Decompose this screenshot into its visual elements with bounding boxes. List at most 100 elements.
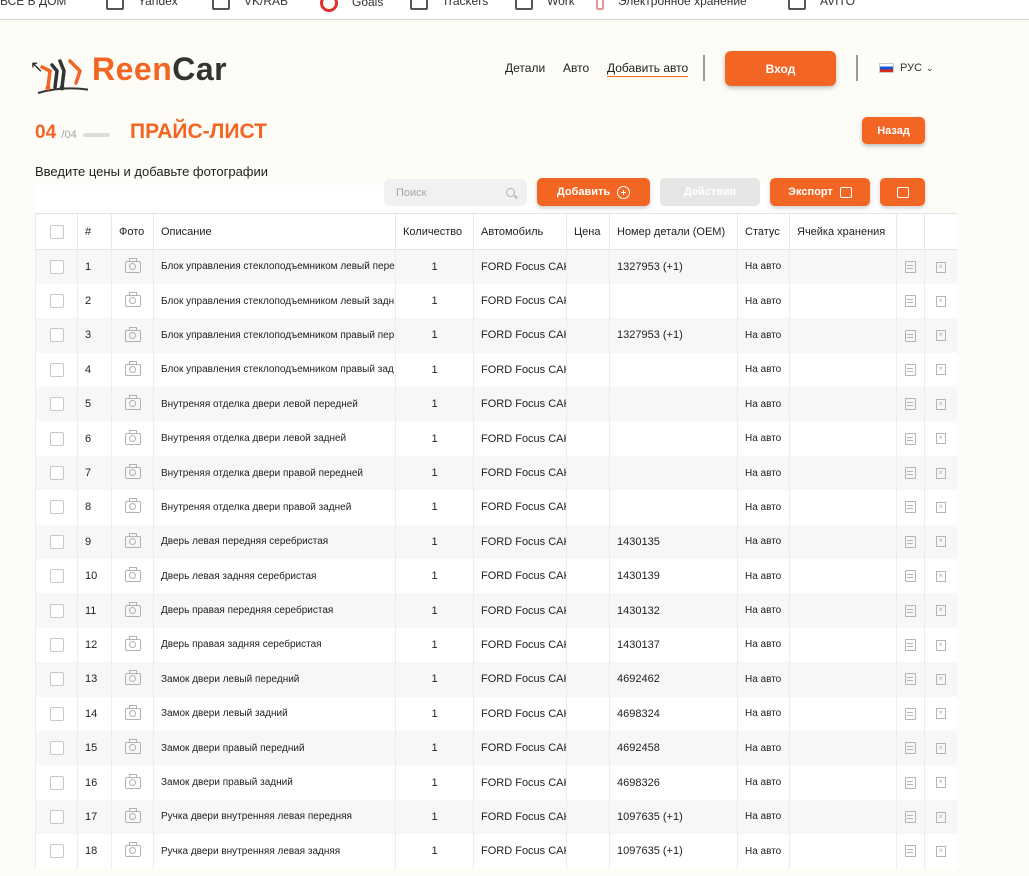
- row-checkbox[interactable]: [49, 259, 64, 274]
- row-quantity[interactable]: 1: [395, 421, 474, 456]
- row-price[interactable]: [566, 387, 610, 422]
- table-row[interactable]: 1 Блок управления стеклоподъемником левый…: [35, 249, 957, 284]
- delete-icon[interactable]: ×: [935, 605, 946, 617]
- row-description[interactable]: Дверь правая задняя серебристая: [153, 627, 396, 663]
- bookmark-item[interactable]: Trackers: [410, 0, 488, 10]
- row-price[interactable]: [566, 249, 610, 284]
- select-all-checkbox[interactable]: [49, 224, 64, 239]
- note-icon[interactable]: [905, 467, 916, 480]
- table-row[interactable]: 7 Внутреняя отделка двери правой передней…: [35, 455, 957, 491]
- note-icon[interactable]: [905, 639, 916, 652]
- note-icon[interactable]: [905, 570, 916, 583]
- camera-icon[interactable]: [124, 257, 141, 273]
- note-icon[interactable]: [905, 604, 916, 617]
- row-description[interactable]: Дверь правая передняя серебристая: [153, 593, 396, 628]
- row-quantity[interactable]: 1: [395, 799, 474, 835]
- row-price[interactable]: [566, 455, 610, 491]
- row-status[interactable]: На авто: [737, 627, 790, 663]
- camera-icon[interactable]: [124, 773, 141, 789]
- table-row[interactable]: 12 Дверь правая задняя серебристая 1 FORD F…: [35, 627, 957, 663]
- delete-icon[interactable]: ×: [935, 570, 946, 582]
- delete-icon[interactable]: ×: [935, 295, 946, 307]
- row-status[interactable]: На авто: [737, 765, 790, 800]
- camera-icon[interactable]: [124, 395, 141, 411]
- row-description[interactable]: Внутреняя отделка двери левой передней: [153, 387, 396, 422]
- row-status[interactable]: На авто: [737, 283, 790, 319]
- row-storage-cell[interactable]: [789, 455, 897, 491]
- bookmark-item[interactable]: Yandex: [106, 0, 178, 10]
- row-quantity[interactable]: 1: [395, 559, 474, 594]
- delete-icon[interactable]: ×: [935, 777, 946, 789]
- note-icon[interactable]: [905, 501, 916, 514]
- row-description[interactable]: Замок двери левый передний: [153, 662, 396, 697]
- table-row[interactable]: 3 Блок управления стеклоподъемником правы…: [35, 318, 957, 353]
- row-price[interactable]: [566, 490, 610, 525]
- note-icon[interactable]: [905, 295, 916, 308]
- row-storage-cell[interactable]: [789, 559, 897, 594]
- row-quantity[interactable]: 1: [395, 387, 474, 422]
- delete-icon[interactable]: ×: [935, 502, 946, 514]
- row-description[interactable]: Блок управления стеклоподъемником левый …: [153, 249, 396, 284]
- row-price[interactable]: [566, 696, 610, 731]
- row-quantity[interactable]: 1: [395, 593, 474, 628]
- row-storage-cell[interactable]: [789, 387, 897, 422]
- row-quantity[interactable]: 1: [395, 352, 474, 388]
- bookmark-item[interactable]: ВСЕ В ДОМ: [0, 0, 66, 8]
- delete-icon[interactable]: ×: [935, 811, 946, 823]
- delete-icon[interactable]: ×: [935, 364, 946, 376]
- row-description[interactable]: Внутреняя отделка двери правой передней: [153, 455, 396, 491]
- row-checkbox[interactable]: [49, 362, 64, 377]
- bookmark-item[interactable]: AVITO: [788, 0, 855, 10]
- row-storage-cell[interactable]: [789, 799, 897, 835]
- table-row[interactable]: 13 Замок двери левый передний 1 FORD Focus …: [35, 662, 957, 697]
- row-quantity[interactable]: 1: [395, 765, 474, 800]
- row-checkbox[interactable]: [49, 466, 64, 481]
- delete-icon[interactable]: ×: [935, 742, 946, 754]
- language-selector[interactable]: РУС ⌄: [879, 62, 934, 74]
- row-checkbox[interactable]: [49, 534, 64, 549]
- note-icon[interactable]: [905, 363, 916, 376]
- row-storage-cell[interactable]: [789, 249, 897, 284]
- table-row[interactable]: 6 Внутреняя отделка двери левой задней 1 FO…: [35, 421, 957, 456]
- table-row[interactable]: 14 Замок двери левый задний 1 FORD Focus CA…: [35, 696, 957, 731]
- back-button[interactable]: Назад: [862, 117, 925, 144]
- row-status[interactable]: На авто: [737, 662, 790, 697]
- row-price[interactable]: [566, 765, 610, 800]
- row-quantity[interactable]: 1: [395, 318, 474, 353]
- bookmark-item[interactable]: Электронное хранение: [596, 0, 747, 10]
- note-icon[interactable]: [905, 742, 916, 755]
- camera-icon[interactable]: [124, 601, 141, 617]
- row-description[interactable]: Ручка двери внутренняя левая передняя: [153, 799, 396, 835]
- row-storage-cell[interactable]: [789, 834, 897, 869]
- logo[interactable]: ReenCar: [36, 41, 227, 97]
- note-icon[interactable]: [905, 432, 916, 445]
- row-quantity[interactable]: 1: [395, 696, 474, 731]
- row-status[interactable]: На авто: [737, 387, 790, 422]
- note-icon[interactable]: [905, 845, 916, 858]
- delete-icon[interactable]: ×: [935, 708, 946, 720]
- camera-icon[interactable]: [124, 464, 141, 480]
- row-description[interactable]: Замок двери левый задний: [153, 696, 396, 731]
- login-button[interactable]: Вход: [725, 51, 836, 86]
- nav-add-car[interactable]: Добавить авто: [607, 61, 689, 77]
- row-checkbox[interactable]: [49, 672, 64, 687]
- row-storage-cell[interactable]: [789, 524, 897, 560]
- camera-icon[interactable]: [124, 636, 141, 652]
- row-storage-cell[interactable]: [789, 490, 897, 525]
- row-checkbox[interactable]: [49, 637, 64, 652]
- row-checkbox[interactable]: [49, 431, 64, 446]
- row-description[interactable]: Внутреняя отделка двери левой задней: [153, 421, 396, 456]
- row-quantity[interactable]: 1: [395, 524, 474, 560]
- row-price[interactable]: [566, 799, 610, 835]
- row-status[interactable]: На авто: [737, 455, 790, 491]
- table-row[interactable]: 15 Замок двери правый передний 1 FORD Focus…: [35, 730, 957, 766]
- camera-icon[interactable]: [124, 567, 141, 583]
- note-icon[interactable]: [905, 535, 916, 548]
- delete-icon[interactable]: ×: [935, 467, 946, 479]
- row-status[interactable]: На авто: [737, 834, 790, 869]
- camera-icon[interactable]: [124, 842, 141, 858]
- nav-parts[interactable]: Детали: [505, 61, 545, 75]
- note-icon[interactable]: [905, 329, 916, 342]
- row-price[interactable]: [566, 627, 610, 663]
- delete-icon[interactable]: ×: [935, 433, 946, 445]
